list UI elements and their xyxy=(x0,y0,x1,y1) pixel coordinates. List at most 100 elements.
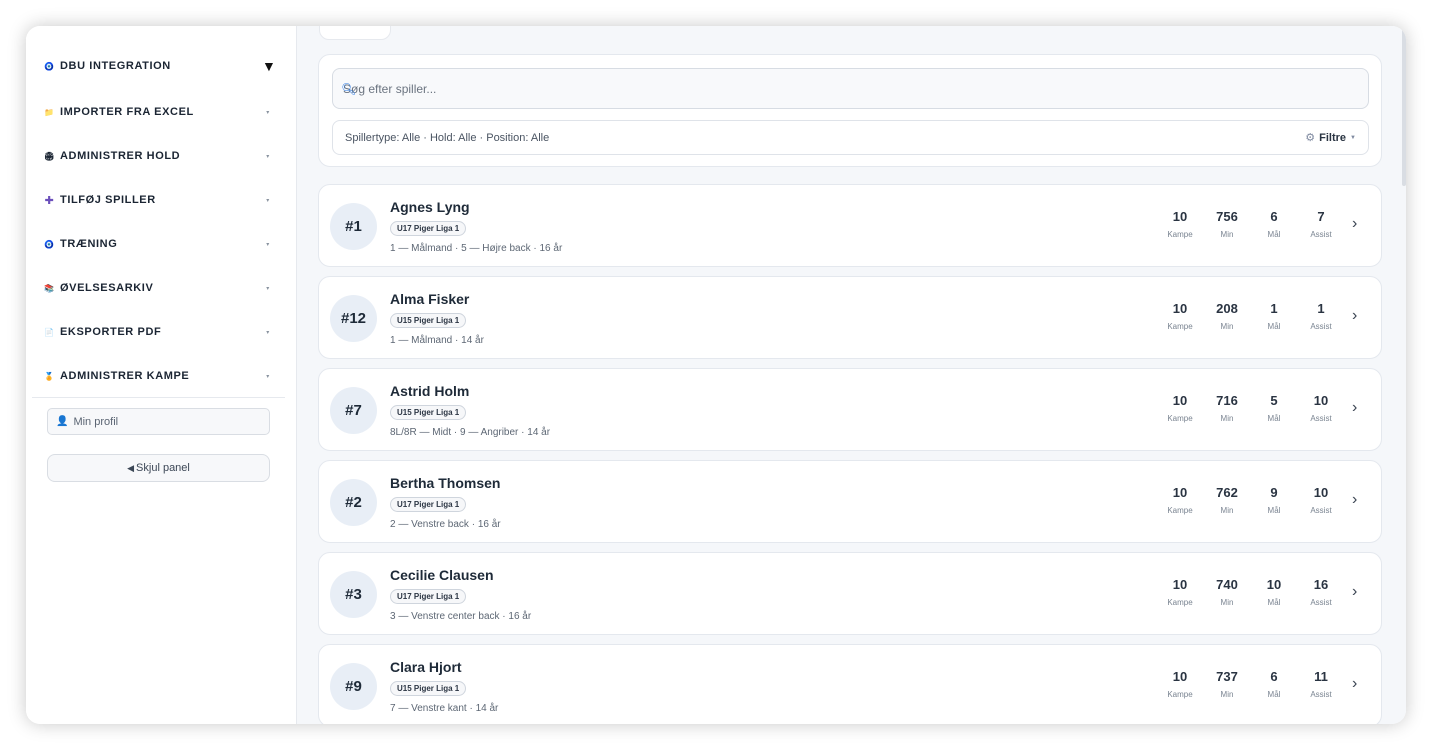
stat-value: 740 xyxy=(1216,577,1238,592)
player-name: Alma Fisker xyxy=(390,291,470,307)
folder-icon: 📁 xyxy=(44,107,55,117)
team-badge: U15 Piger Liga 1 xyxy=(390,681,467,696)
player-positions: 7 — Venstre kant · 14 år xyxy=(390,703,499,714)
sidebar: 🧿 DBU INTEGRATION ▼ 📁 IMPORTER FRA EXCEL… xyxy=(26,26,297,724)
stat-goals: 5 Mål xyxy=(1252,393,1296,423)
player-number: #12 xyxy=(330,295,377,342)
chevron-right-icon[interactable]: › xyxy=(1352,675,1357,693)
stat-label: Mål xyxy=(1267,230,1281,239)
player-name: Clara Hjort xyxy=(390,659,462,675)
chevron-right-icon[interactable]: › xyxy=(1352,491,1357,509)
chevron-right-icon[interactable]: › xyxy=(1352,583,1357,601)
filters-button[interactable]: ⚙ Filtre ▼ xyxy=(1305,131,1356,145)
stat-value: 10 xyxy=(1313,393,1329,408)
filter-summary: Spillertype: Alle · Hold: Alle · Positio… xyxy=(345,131,550,144)
stat-label: Assist xyxy=(1310,598,1332,607)
sidebar-item-label: ØVELSESARKIV xyxy=(60,282,154,294)
stat-value: 10 xyxy=(1172,485,1188,500)
stat-minutes: 756 Min xyxy=(1205,209,1249,239)
stat-label: Kampe xyxy=(1167,230,1193,239)
plus-icon: ✚ xyxy=(44,194,55,207)
player-positions: 3 — Venstre center back · 16 år xyxy=(390,611,532,622)
stat-assists: 11 Assist xyxy=(1299,669,1343,699)
books-icon: 📚 xyxy=(44,283,55,293)
stat-value: 10 xyxy=(1172,669,1188,684)
globe-icon: 🧿 xyxy=(44,239,55,249)
stat-value: 6 xyxy=(1270,209,1278,224)
player-card[interactable]: #9 Clara Hjort U15 Piger Liga 1 7 — Vens… xyxy=(318,644,1382,724)
arrow-left-icon: ◀ xyxy=(127,462,135,473)
stat-value: 7 xyxy=(1317,209,1325,224)
sidebar-item-label: TILFØJ SPILLER xyxy=(60,194,156,206)
stat-label: Min xyxy=(1220,506,1234,515)
stat-label: Mål xyxy=(1267,322,1281,331)
stat-value: 10 xyxy=(1313,485,1329,500)
scrollbar[interactable] xyxy=(1402,26,1406,186)
chevron-right-icon[interactable]: › xyxy=(1352,307,1357,325)
player-card[interactable]: #1 Agnes Lyng U17 Piger Liga 1 1 — Målma… xyxy=(318,184,1382,267)
player-name: Bertha Thomsen xyxy=(390,475,501,491)
chevron-right-icon[interactable]: › xyxy=(1352,399,1357,417)
stat-goals: 9 Mål xyxy=(1252,485,1296,515)
stat-games: 10 Kampe xyxy=(1158,393,1202,423)
player-positions: 1 — Målmand · 5 — Højre back · 16 år xyxy=(390,243,563,254)
player-card[interactable]: #12 Alma Fisker U15 Piger Liga 1 1 — Mål… xyxy=(318,276,1382,359)
stadium-icon: 🏟 xyxy=(44,151,55,161)
stat-games: 10 Kampe xyxy=(1158,669,1202,699)
filter-bar[interactable]: Spillertype: Alle · Hold: Alle · Positio… xyxy=(332,120,1369,155)
sidebar-item-label: IMPORTER FRA EXCEL xyxy=(60,106,194,118)
sidebar-item-label: EKSPORTER PDF xyxy=(60,326,162,338)
stat-games: 10 Kampe xyxy=(1158,301,1202,331)
sidebar-divider xyxy=(32,397,285,398)
stat-label: Kampe xyxy=(1167,690,1193,699)
player-name: Astrid Holm xyxy=(390,383,470,399)
player-card[interactable]: #7 Astrid Holm U15 Piger Liga 1 8L/8R — … xyxy=(318,368,1382,451)
search-input[interactable] xyxy=(332,68,1369,109)
team-badge: U17 Piger Liga 1 xyxy=(390,497,467,512)
stat-assists: 16 Assist xyxy=(1299,577,1343,607)
sidebar-item-training[interactable]: 🧿 TRÆNING ▾ xyxy=(44,234,274,254)
sidebar-item-manage-teams[interactable]: 🏟 ADMINISTRER HOLD ▾ xyxy=(44,146,274,166)
player-positions: 1 — Målmand · 14 år xyxy=(390,335,484,346)
team-badge: U17 Piger Liga 1 xyxy=(390,221,467,236)
my-profile-label: Min profil xyxy=(73,415,119,428)
sidebar-item-label: ADMINISTRER HOLD xyxy=(60,150,181,162)
chevron-right-icon[interactable]: › xyxy=(1352,215,1357,233)
caret-down-icon: ▼ xyxy=(262,58,277,74)
sidebar-item-add-player[interactable]: ✚ TILFØJ SPILLER ▾ xyxy=(44,190,274,210)
stat-label: Mål xyxy=(1267,414,1281,423)
stat-label: Kampe xyxy=(1167,414,1193,423)
player-name: Cecilie Clausen xyxy=(390,567,494,583)
sidebar-item-dbu-integration[interactable]: 🧿 DBU INTEGRATION ▼ xyxy=(44,56,277,76)
stat-label: Min xyxy=(1220,230,1234,239)
stat-goals: 6 Mål xyxy=(1252,669,1296,699)
stat-assists: 7 Assist xyxy=(1299,209,1343,239)
stat-label: Mål xyxy=(1267,506,1281,515)
sidebar-item-manage-matches[interactable]: 🏅 ADMINISTRER KAMPE ▾ xyxy=(44,366,274,386)
stat-value: 10 xyxy=(1172,301,1188,316)
stat-value: 10 xyxy=(1172,577,1188,592)
hide-panel-button[interactable]: ◀ Skjul panel xyxy=(47,454,270,482)
user-icon: 👤 xyxy=(56,416,69,427)
stat-assists: 10 Assist xyxy=(1299,485,1343,515)
stat-label: Assist xyxy=(1310,690,1332,699)
hide-panel-label: Skjul panel xyxy=(136,462,190,474)
player-number: #9 xyxy=(330,663,377,710)
my-profile-button[interactable]: 👤 Min profil xyxy=(47,408,270,435)
sidebar-item-import-excel[interactable]: 📁 IMPORTER FRA EXCEL ▾ xyxy=(44,102,274,122)
player-positions: 8L/8R — Midt · 9 — Angriber · 14 år xyxy=(390,427,551,438)
stat-value: 11 xyxy=(1314,669,1328,684)
globe-icon: 🧿 xyxy=(44,61,55,71)
stat-games: 10 Kampe xyxy=(1158,577,1202,607)
sidebar-item-exercise-archive[interactable]: 📚 ØVELSESARKIV ▾ xyxy=(44,278,274,298)
player-card[interactable]: #2 Bertha Thomsen U17 Piger Liga 1 2 — V… xyxy=(318,460,1382,543)
stat-minutes: 740 Min xyxy=(1205,577,1249,607)
sidebar-item-export-pdf[interactable]: 📄 EKSPORTER PDF ▾ xyxy=(44,322,274,342)
stat-label: Assist xyxy=(1310,322,1332,331)
stat-assists: 10 Assist xyxy=(1299,393,1343,423)
stat-minutes: 737 Min xyxy=(1205,669,1249,699)
player-card[interactable]: #3 Cecilie Clausen U17 Piger Liga 1 3 — … xyxy=(318,552,1382,635)
stat-value: 756 xyxy=(1216,209,1238,224)
player-number: #2 xyxy=(330,479,377,526)
stat-label: Min xyxy=(1220,690,1234,699)
